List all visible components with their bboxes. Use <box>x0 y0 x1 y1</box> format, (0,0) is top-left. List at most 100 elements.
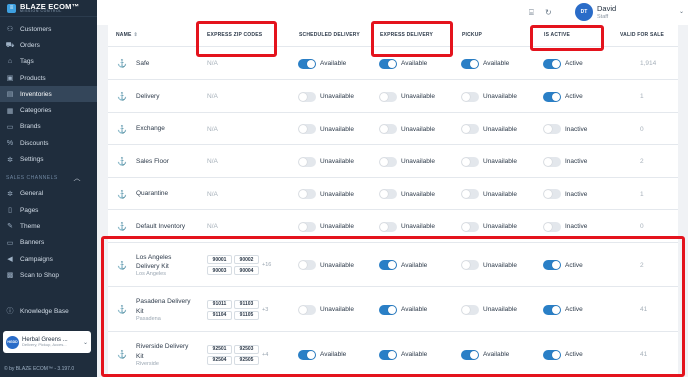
zip-codes-na: N/A <box>207 93 218 100</box>
inventory-name-cell: Exchange <box>136 113 196 145</box>
zip-codes-na: N/A <box>207 60 218 67</box>
sidebar-item-scan-to-shop[interactable]: ▩ Scan to Shop <box>0 267 97 283</box>
pickup-toggle[interactable] <box>461 124 479 134</box>
sidebar: ≡ BLAZE ECOM™ MISSION CONTROL ⚇ Customers… <box>0 0 97 377</box>
express-status-label: Unavailable <box>401 93 435 100</box>
gear-icon: ✲ <box>7 156 13 164</box>
express-toggle[interactable] <box>379 91 397 102</box>
active-toggle[interactable] <box>543 91 561 102</box>
scheduled-cell: Unavailable <box>298 80 354 113</box>
column-header-name[interactable]: NAME ⇕ <box>116 32 138 38</box>
table-row: ⚓ Sales Floor N/A Unavailable Unavailable Una… <box>108 145 678 178</box>
active-toggle[interactable] <box>543 58 561 69</box>
pickup-toggle[interactable] <box>461 189 479 199</box>
qr-icon: ▩ <box>6 272 14 280</box>
sidebar-item-label: Discounts <box>20 139 49 147</box>
sidebar-item-label: Theme <box>20 222 41 230</box>
express-toggle[interactable] <box>379 58 397 69</box>
pickup-toggle[interactable] <box>461 58 479 69</box>
sidebar-item-label: Products <box>20 74 46 82</box>
pickup-status-label: Unavailable <box>483 125 517 133</box>
sales-channels-header[interactable]: SALES CHANNELS ︿ <box>0 170 97 186</box>
sales-channels-label: SALES CHANNELS <box>6 174 58 181</box>
people-icon: ⚇ <box>6 26 14 34</box>
pickup-toggle[interactable] <box>461 91 479 102</box>
zip-codes-cell: N/A <box>207 178 218 210</box>
user-name: David <box>597 4 617 13</box>
sidebar-item-tags[interactable]: ⌂ Tags <box>0 54 97 70</box>
active-toggle[interactable] <box>543 156 561 167</box>
inventory-name[interactable]: Default Inventory <box>136 222 185 231</box>
inventory-name-cell: Delivery <box>136 80 196 113</box>
scheduled-toggle[interactable] <box>298 189 316 199</box>
inventory-name[interactable]: Safe <box>136 59 149 68</box>
version-footer: © by BLAZE ECOM™ - 3.197.0 <box>4 366 74 372</box>
pickup-status-label: Unavailable <box>483 158 517 165</box>
clipboard-icon: ▤ <box>6 91 14 99</box>
pickup-cell: Unavailable <box>461 178 517 210</box>
sidebar-item-general[interactable]: ✲ General <box>0 186 97 202</box>
sidebar-item-orders[interactable]: ⛟ Orders <box>0 37 97 53</box>
active-toggle[interactable] <box>543 221 561 232</box>
inventory-name[interactable]: Sales Floor <box>136 157 169 166</box>
page-icon: ▯ <box>8 207 12 215</box>
scheduled-toggle[interactable] <box>298 124 316 134</box>
active-toggle[interactable] <box>543 124 561 134</box>
store-switcher[interactable]: HGDD Herbal Greens ... Delivery, Pickup,… <box>3 331 91 353</box>
tree-icon: ⚓ <box>117 59 127 68</box>
valid-for-sale-count: 0 <box>640 125 644 133</box>
column-header-pickup: PICKUP <box>462 32 483 38</box>
scheduled-status-label: Unavailable <box>320 223 354 230</box>
express-toggle[interactable] <box>379 221 397 232</box>
inventory-name[interactable]: Exchange <box>136 124 165 133</box>
tree-icon: ⚓ <box>117 157 127 166</box>
sidebar-item-customers[interactable]: ⚇ Customers <box>0 21 97 37</box>
zip-codes-cell: N/A <box>207 145 218 178</box>
gift-icon[interactable]: ⌸ <box>529 8 534 18</box>
chevron-down-icon[interactable]: ⌄ <box>679 8 684 15</box>
sidebar-item-banners[interactable]: ▭ Banners <box>0 235 97 251</box>
sidebar-item-brands[interactable]: ▭ Brands <box>0 119 97 135</box>
sidebar-item-label: General <box>20 190 44 198</box>
discount-icon: % <box>6 139 14 147</box>
pickup-cell: Unavailable <box>461 80 517 113</box>
sidebar-item-label: Customers <box>20 25 52 33</box>
gear-icon: ✲ <box>7 190 13 198</box>
inventory-name[interactable]: Quarantine <box>136 189 168 198</box>
scheduled-toggle[interactable] <box>298 221 316 232</box>
sidebar-item-pages[interactable]: ▯ Pages <box>0 202 97 218</box>
refresh-icon[interactable]: ↻ <box>545 8 552 17</box>
scheduled-toggle[interactable] <box>298 156 316 167</box>
inventory-name-cell: Sales Floor <box>136 145 196 178</box>
sidebar-item-categories[interactable]: ▦ Categories <box>0 102 97 118</box>
sidebar-item-campaigns[interactable]: ◀ Campaigns <box>0 251 97 267</box>
sidebar-item-inventories[interactable]: ▤ Inventories <box>0 86 97 103</box>
scheduled-status-label: Unavailable <box>320 93 354 100</box>
scheduled-toggle[interactable] <box>298 91 316 102</box>
sidebar-item-discounts[interactable]: % Discounts <box>0 135 97 151</box>
table-row: ⚓ Exchange N/A Unavailable Unavailable Unavai… <box>108 113 678 145</box>
avatar[interactable]: DT <box>575 3 593 21</box>
pickup-toggle[interactable] <box>461 156 479 167</box>
highlight-delivery-kits <box>101 236 685 377</box>
express-toggle[interactable] <box>379 156 397 167</box>
column-header-valid: VALID FOR SALE <box>620 32 665 38</box>
main-nav: ⚇ Customers ⛟ Orders ⌂ Tags ▣ Products ▤ Inventor… <box>0 21 97 168</box>
active-toggle[interactable] <box>543 189 561 199</box>
pickup-toggle[interactable] <box>461 221 479 232</box>
sidebar-item-knowledge-base[interactable]: ⓘ Knowledge Base <box>0 303 97 319</box>
brand-logo[interactable]: ≡ BLAZE ECOM™ MISSION CONTROL <box>0 0 97 17</box>
sidebar-item-settings[interactable]: ✲ Settings <box>0 151 97 167</box>
express-toggle[interactable] <box>379 189 397 199</box>
table-row: ⚓ Quarantine N/A Unavailable Unavailable Unav… <box>108 178 678 210</box>
sidebar-item-products[interactable]: ▣ Products <box>0 70 97 86</box>
brand-tagline: MISSION CONTROL <box>20 9 62 13</box>
sidebar-item-theme[interactable]: ✎ Theme <box>0 218 97 234</box>
inventory-name[interactable]: Delivery <box>136 92 159 101</box>
zip-codes-na: N/A <box>207 125 218 133</box>
valid-for-sale-count: 1,914 <box>640 60 657 67</box>
channels-nav: ✲ General ▯ Pages ✎ Theme ▭ Banners ◀ Campaigns ▩ S… <box>0 186 97 284</box>
scheduled-toggle[interactable] <box>298 58 316 69</box>
express-toggle[interactable] <box>379 124 397 134</box>
scheduled-cell: Unavailable <box>298 178 354 210</box>
